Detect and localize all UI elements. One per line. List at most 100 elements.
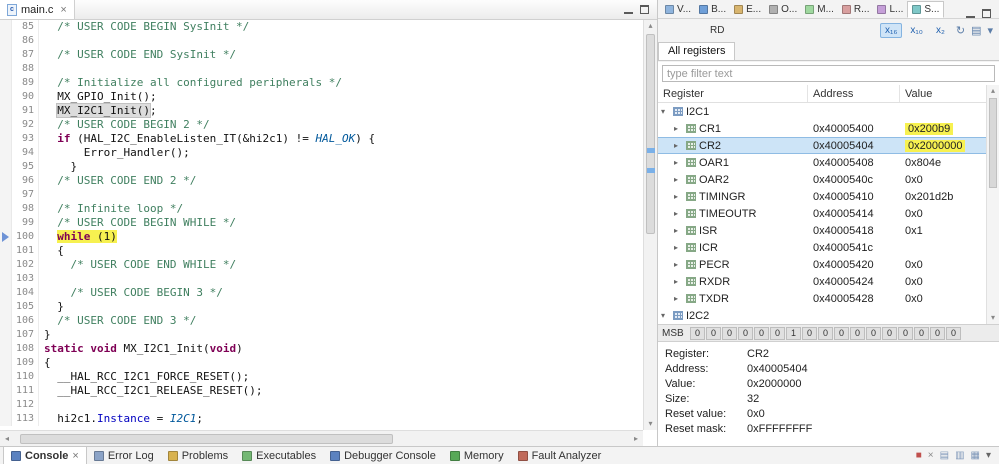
code-line[interactable]: 103 (0, 272, 643, 286)
scroll-up-icon[interactable]: ▴ (987, 85, 999, 97)
scroll-down-icon[interactable]: ▾ (644, 418, 657, 430)
code-line[interactable]: 109 { (0, 356, 643, 370)
view-tab-variables[interactable]: V... (661, 1, 695, 18)
register-group-row[interactable]: ▾ I2C2 (658, 307, 986, 324)
register-group-row[interactable]: ▾ I2C1 (658, 103, 986, 120)
bit-box[interactable]: 0 (706, 326, 721, 340)
code-line[interactable]: 104 /* USER CODE BEGIN 3 */ (0, 286, 643, 300)
bottom-tab-debugger-console[interactable]: Debugger Console (323, 447, 443, 464)
export-icon[interactable]: ▤ (971, 24, 981, 37)
bottom-tab-error-log[interactable]: Error Log (87, 447, 161, 464)
bit-box[interactable]: 0 (930, 326, 945, 340)
code-line[interactable]: 90 MX_GPIO_Init(); (0, 90, 643, 104)
registers-scrollbar[interactable]: ▴ ▾ (986, 85, 999, 324)
bottom-tab-executables[interactable]: Executables (235, 447, 323, 464)
code-line[interactable]: 94 Error_Handler(); (0, 146, 643, 160)
radix-hex-button[interactable]: x₁₆ (880, 22, 903, 38)
bottom-tab-memory[interactable]: Memory (443, 447, 511, 464)
register-row[interactable]: ▸ OAR1 0x40005408 0x804e (658, 154, 986, 171)
expander-icon[interactable]: ▸ (674, 294, 683, 303)
view-tab-live-expressions[interactable]: L... (873, 1, 907, 18)
code-line[interactable]: 110 __HAL_RCC_I2C1_FORCE_RESET(); (0, 370, 643, 384)
code-line[interactable]: 85 /* USER CODE BEGIN SysInit */ (0, 20, 643, 34)
tab-all-registers[interactable]: All registers (658, 42, 736, 60)
code-line[interactable]: 98 /* Infinite loop */ (0, 202, 643, 216)
expander-icon[interactable]: ▸ (674, 243, 683, 252)
bit-box[interactable]: 1 (786, 326, 801, 340)
registers-table-header[interactable]: Register Address Value (658, 85, 986, 103)
register-filter-input[interactable] (662, 65, 995, 82)
editor-horizontal-scrollbar[interactable]: ◂ ▸ (0, 430, 643, 446)
view-menu-icon[interactable]: ▾ (987, 24, 993, 37)
clear-console-icon[interactable]: ▤ (940, 450, 949, 461)
horizontal-scroll-thumb[interactable] (20, 433, 394, 444)
code-line[interactable]: 86 (0, 34, 643, 48)
editor-vertical-scrollbar[interactable]: ▴ ▾ (643, 20, 657, 430)
bit-box[interactable]: 0 (882, 326, 897, 340)
bit-box[interactable]: 0 (914, 326, 929, 340)
code-line[interactable]: 89 /* Initialize all configured peripher… (0, 76, 643, 90)
scroll-lock-icon[interactable]: ▥ (955, 450, 964, 461)
expander-icon[interactable]: ▾ (661, 311, 670, 320)
register-row[interactable]: ▸ ICR 0x4000541c (658, 239, 986, 256)
view-tab-registers[interactable]: R... (838, 1, 874, 18)
editor-tab-main-c[interactable]: c main.c × (0, 0, 75, 19)
view-tab-outline[interactable]: O... (765, 1, 801, 18)
maximize-icon[interactable] (982, 9, 991, 18)
register-row[interactable]: ▸ PECR 0x40005420 0x0 (658, 256, 986, 273)
register-row[interactable]: ▸ TIMEOUTR 0x40005414 0x0 (658, 205, 986, 222)
code-line[interactable]: 97 (0, 188, 643, 202)
register-row[interactable]: ▸ OAR2 0x4000540c 0x0 (658, 171, 986, 188)
bit-box[interactable]: 0 (818, 326, 833, 340)
close-icon[interactable]: × (60, 4, 66, 16)
code-editor[interactable]: 85 /* USER CODE BEGIN SysInit */86 87 /* … (0, 20, 643, 430)
scroll-right-icon[interactable]: ▸ (629, 434, 643, 443)
bit-box[interactable]: 0 (722, 326, 737, 340)
bit-box[interactable]: 0 (898, 326, 913, 340)
code-line[interactable]: 113 hi2c1.Instance = I2C1; (0, 412, 643, 426)
expander-icon[interactable]: ▸ (674, 175, 683, 184)
scroll-thumb[interactable] (989, 98, 997, 188)
close-icon[interactable]: × (72, 450, 78, 462)
bit-box[interactable]: 0 (770, 326, 785, 340)
view-tab-sfrs[interactable]: S... (907, 1, 945, 18)
expander-icon[interactable]: ▸ (674, 192, 683, 201)
code-line[interactable]: 92 /* USER CODE BEGIN 2 */ (0, 118, 643, 132)
column-header-register[interactable]: Register (658, 85, 808, 102)
code-line[interactable]: 87 /* USER CODE END SysInit */ (0, 48, 643, 62)
bit-box[interactable]: 0 (738, 326, 753, 340)
expander-icon[interactable]: ▸ (674, 124, 683, 133)
console-menu-icon[interactable]: ▾ (986, 450, 991, 461)
code-line[interactable]: 100 while (1) (0, 230, 643, 244)
bottom-tab-fault-analyzer[interactable]: Fault Analyzer (511, 447, 609, 464)
code-line[interactable]: 106 /* USER CODE END 3 */ (0, 314, 643, 328)
expander-icon[interactable]: ▸ (674, 226, 683, 235)
expander-icon[interactable]: ▸ (674, 209, 683, 218)
register-row[interactable]: ▸ CR1 0x40005400 0x200b9 (658, 120, 986, 137)
expander-icon[interactable]: ▸ (674, 141, 683, 150)
view-tab-breakpoints[interactable]: B... (695, 1, 730, 18)
register-row[interactable]: ▸ CR2 0x40005404 0x2000000 (658, 137, 986, 154)
register-row[interactable]: ▸ ISR 0x40005418 0x1 (658, 222, 986, 239)
minimize-icon[interactable] (966, 10, 975, 18)
vertical-scroll-thumb[interactable] (646, 34, 655, 234)
bit-box[interactable]: 0 (754, 326, 769, 340)
bottom-tab-problems[interactable]: Problems (161, 447, 235, 464)
expander-icon[interactable]: ▸ (674, 277, 683, 286)
code-line[interactable]: 99 /* USER CODE BEGIN WHILE */ (0, 216, 643, 230)
bit-box[interactable]: 0 (850, 326, 865, 340)
radix-dec-button[interactable]: x₁₀ (905, 23, 928, 38)
code-line[interactable]: 107} (0, 328, 643, 342)
column-header-address[interactable]: Address (808, 85, 900, 102)
minimize-icon[interactable] (624, 6, 633, 14)
terminate-icon[interactable]: ■ (916, 450, 922, 461)
code-line[interactable]: 95 } (0, 160, 643, 174)
code-line[interactable]: 108 static void MX_I2C1_Init(void) (0, 342, 643, 356)
radix-bin-button[interactable]: x₂ (931, 23, 950, 38)
code-line[interactable]: 91 MX_I2C1_Init(); (0, 103, 643, 118)
register-row[interactable]: ▸ RXDR 0x40005424 0x0 (658, 273, 986, 290)
expander-icon[interactable]: ▾ (661, 107, 670, 116)
bit-box[interactable]: 0 (690, 326, 705, 340)
view-tab-expressions[interactable]: E... (730, 1, 765, 18)
code-line[interactable]: 112 (0, 398, 643, 412)
